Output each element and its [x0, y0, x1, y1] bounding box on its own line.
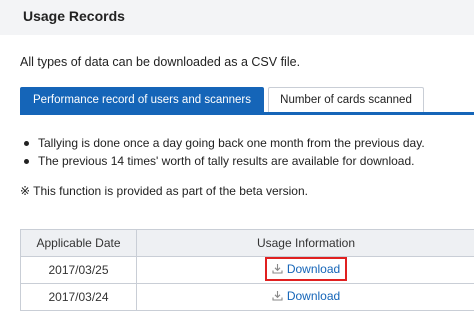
note-text: Tallying is done once a day going back o…: [38, 136, 425, 150]
bullet-icon: [24, 141, 29, 146]
download-label: Download: [286, 288, 341, 303]
page-header: Usage Records: [0, 0, 474, 35]
download-link[interactable]: Download: [264, 256, 348, 281]
beta-note: ※ This function is provided as part of t…: [20, 184, 308, 198]
bullet-icon: [24, 159, 29, 164]
tab-performance-record[interactable]: Performance record of users and scanners: [20, 87, 264, 112]
download-icon: [272, 291, 283, 301]
date-cell: 2017/03/25: [21, 257, 137, 284]
date-cell: 2017/03/24: [21, 284, 137, 311]
column-header-usage: Usage Information: [137, 230, 474, 257]
column-header-date: Applicable Date: [21, 230, 137, 257]
download-icon: [272, 264, 283, 274]
list-item: The previous 14 times' worth of tally re…: [24, 152, 425, 170]
page-title: Usage Records: [23, 8, 125, 24]
download-link[interactable]: Download: [268, 287, 344, 305]
tab-underline: [20, 112, 474, 115]
table-header-row: Applicable Date Usage Information: [21, 230, 474, 257]
list-item: Tallying is done once a day going back o…: [24, 134, 425, 152]
note-text: The previous 14 times' worth of tally re…: [38, 154, 415, 168]
usage-cell: Download: [137, 284, 474, 311]
notes-list: Tallying is done once a day going back o…: [24, 134, 425, 170]
tab-bar: Performance record of users and scanners…: [20, 87, 474, 112]
download-label: Download: [286, 261, 341, 276]
intro-text: All types of data can be downloaded as a…: [20, 55, 301, 69]
table-row: 2017/03/24 Download: [21, 284, 474, 311]
usage-table: Applicable Date Usage Information 2017/0…: [20, 229, 474, 311]
tab-cards-scanned[interactable]: Number of cards scanned: [268, 87, 424, 112]
table-row: 2017/03/25 Download: [21, 256, 474, 284]
usage-cell: Download: [137, 256, 474, 284]
